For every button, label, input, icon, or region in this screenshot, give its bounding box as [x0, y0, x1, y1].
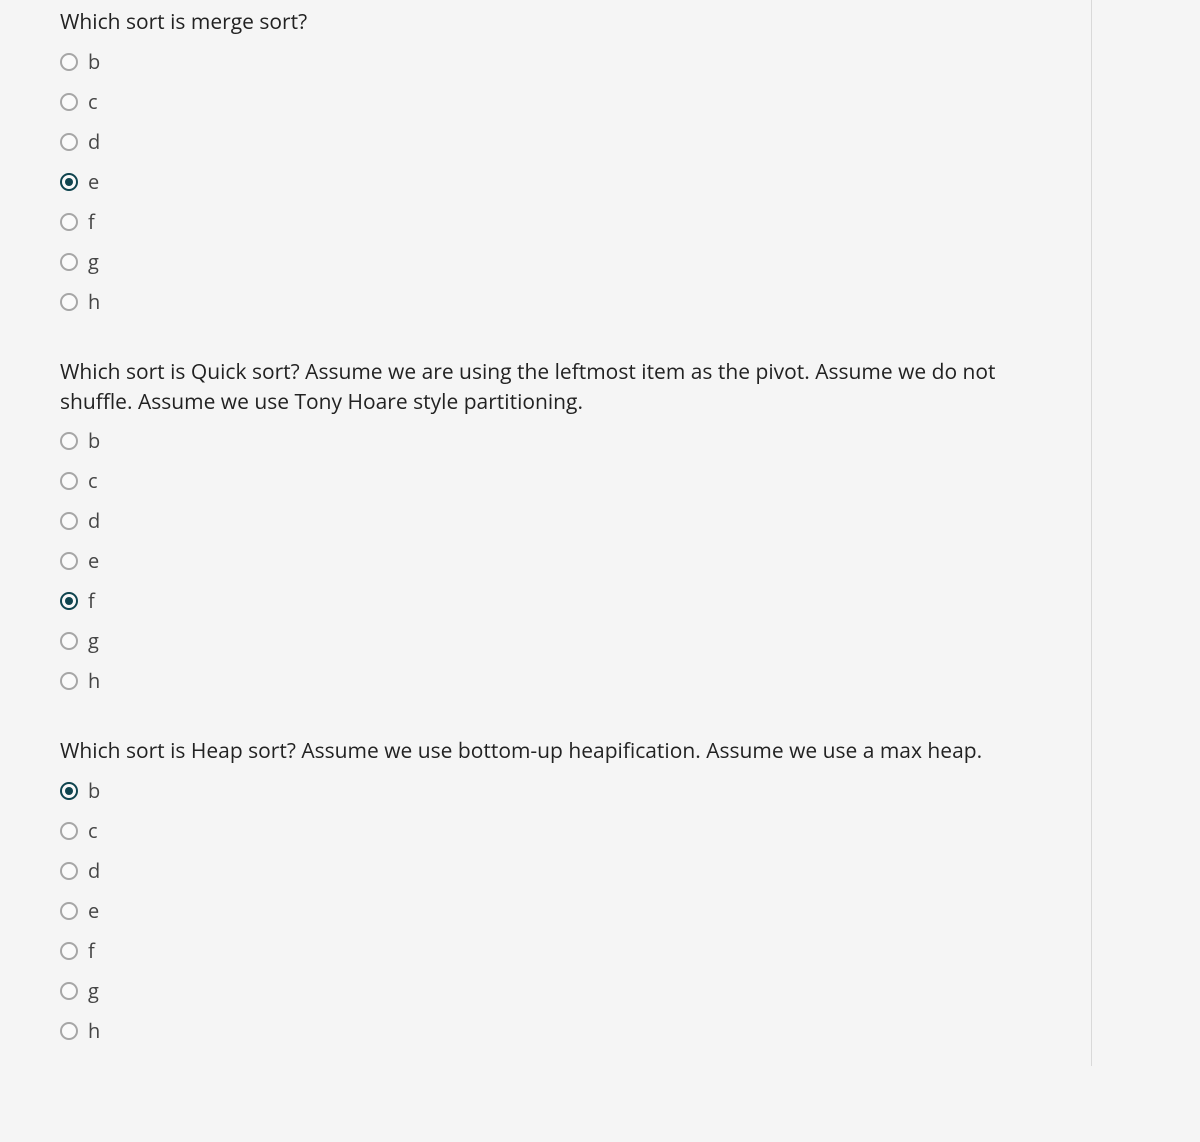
option-c[interactable]: c: [60, 471, 1060, 491]
option-label: e: [88, 901, 99, 921]
option-label: c: [88, 92, 98, 112]
option-label: d: [88, 861, 100, 881]
question-quick-sort: Which sort is Quick sort? Assume we are …: [60, 358, 1060, 692]
option-label: b: [88, 431, 100, 451]
option-label: g: [88, 981, 99, 1001]
question-merge-sort: Which sort is merge sort? b c d e: [60, 8, 1060, 312]
radio-icon: [60, 672, 78, 690]
option-d[interactable]: d: [60, 511, 1060, 531]
option-f[interactable]: f: [60, 941, 1060, 961]
radio-icon: [60, 253, 78, 271]
radio-icon: [60, 472, 78, 490]
radio-icon: [60, 293, 78, 311]
option-label: f: [88, 212, 95, 232]
option-label: f: [88, 941, 95, 961]
question-prompt: Which sort is Quick sort? Assume we are …: [60, 358, 1060, 418]
radio-icon: [60, 782, 78, 800]
question-prompt: Which sort is merge sort?: [60, 8, 1060, 38]
options-list: b c d e f: [60, 52, 1060, 312]
option-d[interactable]: d: [60, 132, 1060, 152]
option-label: e: [88, 551, 99, 571]
option-f[interactable]: f: [60, 212, 1060, 232]
option-f[interactable]: f: [60, 591, 1060, 611]
options-list: b c d e f: [60, 781, 1060, 1041]
question-heap-sort: Which sort is Heap sort? Assume we use b…: [60, 737, 1060, 1041]
radio-icon: [60, 632, 78, 650]
radio-icon: [60, 53, 78, 71]
radio-icon: [60, 592, 78, 610]
option-label: c: [88, 821, 98, 841]
radio-icon: [60, 982, 78, 1000]
option-label: h: [88, 671, 100, 691]
option-label: c: [88, 471, 98, 491]
radio-icon: [60, 862, 78, 880]
radio-icon: [60, 822, 78, 840]
radio-icon: [60, 942, 78, 960]
option-b[interactable]: b: [60, 431, 1060, 451]
radio-icon: [60, 1022, 78, 1040]
vertical-divider: [1091, 0, 1092, 1066]
questions-container: Which sort is merge sort? b c d e: [0, 0, 1120, 1127]
option-b[interactable]: b: [60, 781, 1060, 801]
option-h[interactable]: h: [60, 292, 1060, 312]
options-list: b c d e f: [60, 431, 1060, 691]
option-label: g: [88, 631, 99, 651]
page-root: Which sort is merge sort? b c d e: [0, 0, 1200, 1142]
option-b[interactable]: b: [60, 52, 1060, 72]
option-h[interactable]: h: [60, 1021, 1060, 1041]
radio-icon: [60, 552, 78, 570]
option-g[interactable]: g: [60, 252, 1060, 272]
option-g[interactable]: g: [60, 631, 1060, 651]
option-label: d: [88, 511, 100, 531]
question-prompt: Which sort is Heap sort? Assume we use b…: [60, 737, 1060, 767]
option-label: b: [88, 781, 100, 801]
option-label: d: [88, 132, 100, 152]
radio-icon: [60, 902, 78, 920]
radio-icon: [60, 173, 78, 191]
option-label: e: [88, 172, 99, 192]
option-label: h: [88, 1021, 100, 1041]
radio-icon: [60, 432, 78, 450]
option-e[interactable]: e: [60, 172, 1060, 192]
option-label: h: [88, 292, 100, 312]
option-label: f: [88, 591, 95, 611]
option-c[interactable]: c: [60, 821, 1060, 841]
option-g[interactable]: g: [60, 981, 1060, 1001]
radio-icon: [60, 213, 78, 231]
option-c[interactable]: c: [60, 92, 1060, 112]
option-e[interactable]: e: [60, 901, 1060, 921]
option-e[interactable]: e: [60, 551, 1060, 571]
option-h[interactable]: h: [60, 671, 1060, 691]
option-d[interactable]: d: [60, 861, 1060, 881]
option-label: g: [88, 252, 99, 272]
option-label: b: [88, 52, 100, 72]
radio-icon: [60, 93, 78, 111]
radio-icon: [60, 133, 78, 151]
radio-icon: [60, 512, 78, 530]
